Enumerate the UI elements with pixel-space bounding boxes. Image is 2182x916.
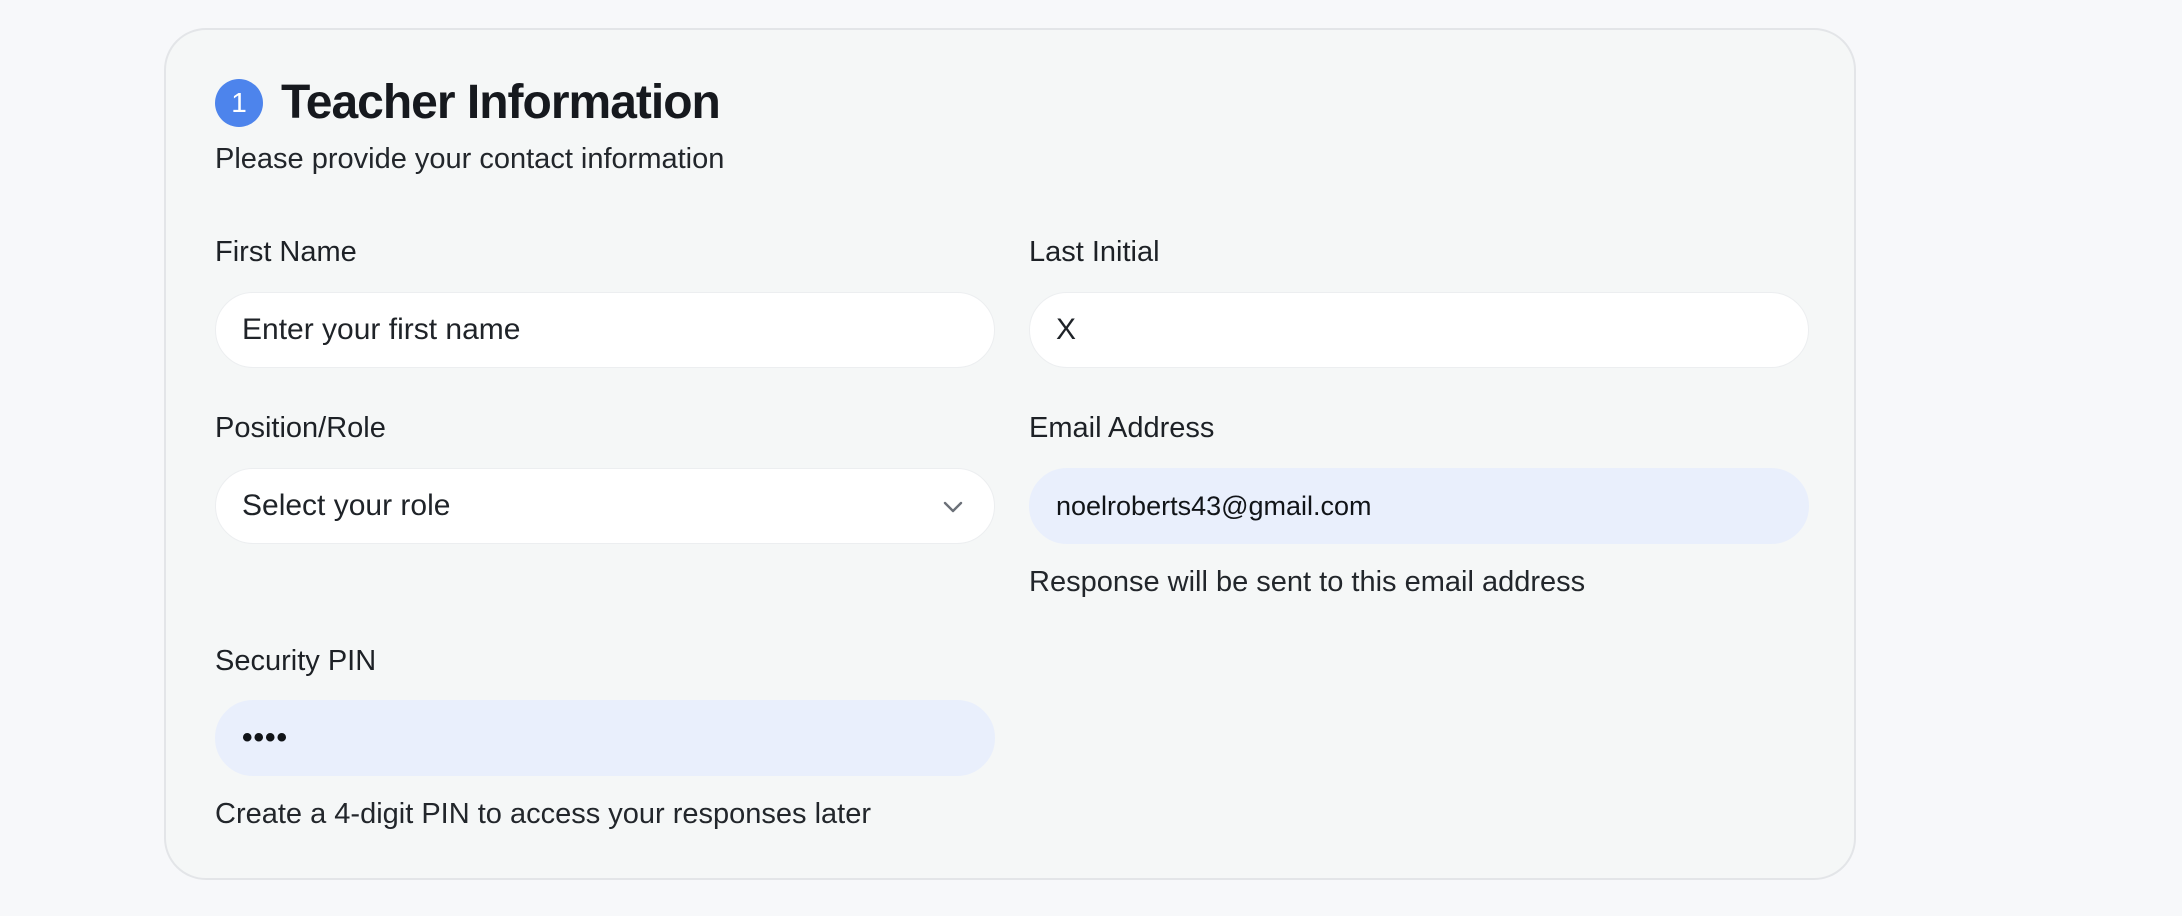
position-role-label: Position/Role	[215, 412, 386, 444]
security-pin-masked-value: ••••	[242, 721, 289, 754]
email-help-text: Response will be sent to this email addr…	[1029, 566, 1586, 598]
email-input[interactable]: noelroberts43@gmail.com	[1029, 468, 1809, 544]
position-role-selected: Select your role	[242, 489, 451, 522]
step-number-badge: 1	[215, 79, 263, 127]
section-title: Teacher Information	[281, 76, 721, 129]
teacher-information-card: 1 Teacher Information Please provide you…	[164, 28, 1856, 880]
last-initial-value: X	[1056, 313, 1077, 346]
first-name-label: First Name	[215, 236, 357, 268]
security-pin-input[interactable]: ••••	[215, 700, 995, 776]
position-role-select[interactable]: Select your role	[215, 468, 995, 544]
email-label: Email Address	[1029, 412, 1215, 444]
first-name-placeholder: Enter your first name	[242, 313, 521, 346]
section-subtitle: Please provide your contact information	[215, 143, 725, 175]
security-pin-label: Security PIN	[215, 645, 377, 677]
email-value: noelroberts43@gmail.com	[1056, 490, 1372, 521]
last-initial-label: Last Initial	[1029, 236, 1160, 268]
chevron-down-icon	[943, 501, 963, 513]
last-initial-input[interactable]: X	[1029, 292, 1809, 368]
security-pin-help-text: Create a 4-digit PIN to access your resp…	[215, 798, 872, 830]
first-name-input[interactable]: Enter your first name	[215, 292, 995, 368]
section-header: 1 Teacher Information	[215, 75, 721, 131]
